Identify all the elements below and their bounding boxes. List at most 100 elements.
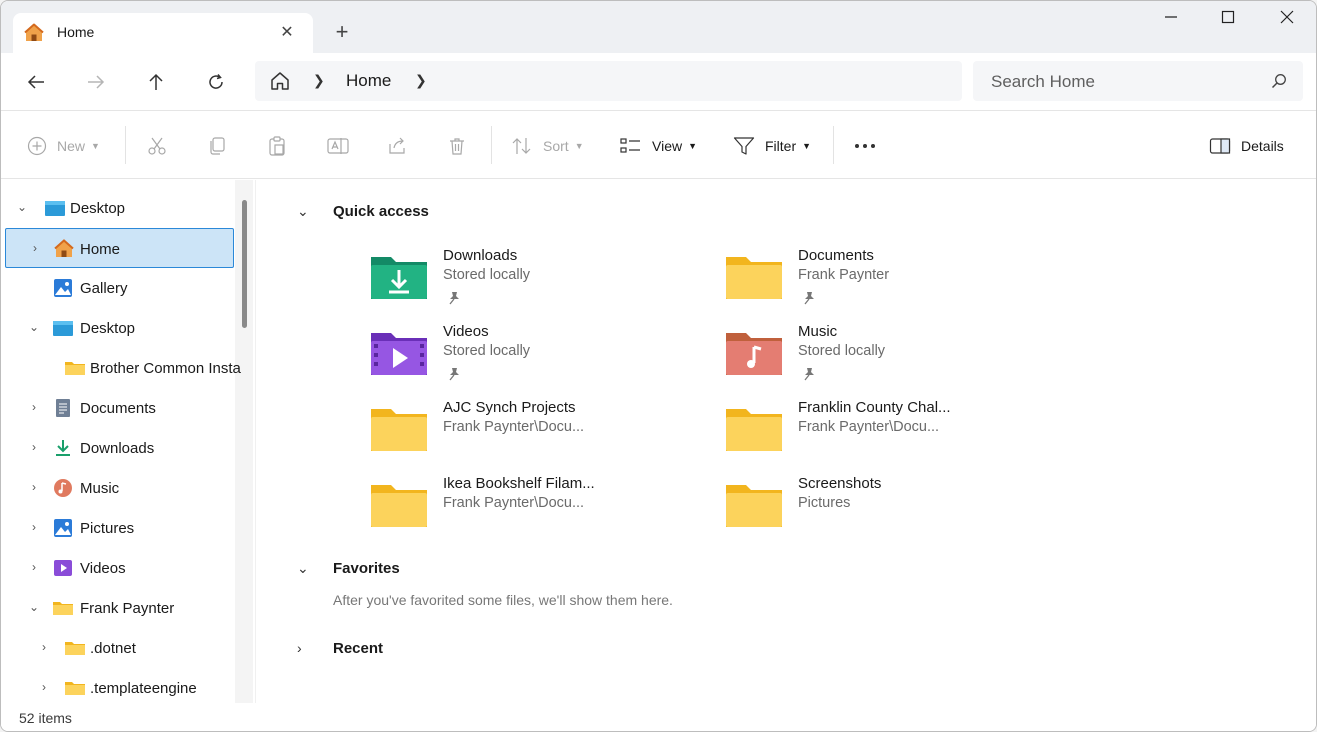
item-name: Downloads	[443, 247, 518, 264]
chevron-right-icon[interactable]: ›	[27, 400, 41, 414]
delete-button[interactable]	[447, 135, 467, 157]
chevron-right-icon[interactable]: ›	[27, 440, 41, 454]
sidebar-item-music[interactable]: › Music	[5, 468, 234, 508]
home-icon	[54, 239, 74, 257]
chevron-right-icon[interactable]: ›	[27, 520, 41, 534]
sidebar-scroll-thumb[interactable]	[242, 200, 247, 328]
quick-access-item-ikea-bookshelf[interactable]: Ikea Bookshelf Filam... Frank Paynter\Do…	[371, 475, 701, 545]
divider	[125, 126, 126, 164]
address-bar[interactable]: ❯ Home ❯	[255, 61, 962, 101]
folder-icon	[726, 485, 782, 527]
sidebar-item-label: Home	[80, 241, 121, 258]
pictures-icon	[54, 519, 72, 537]
sidebar-item-home[interactable]: › Home	[5, 228, 234, 268]
sidebar-item-pictures[interactable]: › Pictures	[5, 508, 234, 548]
folder-icon	[65, 362, 85, 375]
minimize-icon[interactable]	[1151, 9, 1191, 31]
chevron-right-icon[interactable]: ❯	[415, 72, 427, 89]
item-location: Frank Paynter	[798, 267, 890, 283]
quick-access-item-music[interactable]: Music Stored locally	[726, 323, 1056, 393]
view-button[interactable]: View ▼	[620, 135, 697, 157]
sidebar-item-gallery[interactable]: Gallery	[5, 268, 234, 308]
paste-button[interactable]	[267, 135, 287, 157]
chevron-right-icon[interactable]: ›	[27, 560, 41, 574]
home-icon	[24, 23, 44, 41]
videos-folder-icon	[371, 333, 427, 375]
pin-icon[interactable]	[803, 291, 815, 305]
more-options-button[interactable]	[853, 135, 877, 157]
quick-access-item-downloads[interactable]: Downloads Stored locally	[371, 247, 701, 317]
copy-button[interactable]	[207, 135, 227, 157]
chevron-right-icon[interactable]: ›	[28, 241, 42, 255]
new-button[interactable]: New ▼	[27, 135, 100, 157]
pin-icon[interactable]	[448, 291, 460, 305]
chevron-right-icon[interactable]: ›	[27, 480, 41, 494]
sidebar-item-frank-paynter[interactable]: ⌄ Frank Paynter	[5, 588, 234, 628]
quick-access-item-franklin-county[interactable]: Franklin County Chal... Frank Paynter\Do…	[726, 399, 1056, 469]
quick-access-header[interactable]: ⌄ Quick access	[297, 200, 429, 222]
more-icon	[855, 144, 875, 148]
item-location: Stored locally	[443, 343, 531, 359]
quick-access-item-videos[interactable]: Videos Stored locally	[371, 323, 701, 393]
new-tab-button[interactable]: +	[331, 21, 353, 43]
chevron-right-icon[interactable]: ›	[297, 640, 315, 656]
sidebar-item-label: Documents	[80, 400, 156, 417]
sidebar-item-videos[interactable]: › Videos	[5, 548, 234, 588]
chevron-down-icon[interactable]: ⌄	[297, 203, 315, 220]
item-location: Stored locally	[443, 267, 531, 283]
pin-icon[interactable]	[803, 367, 815, 381]
chevron-down-icon[interactable]: ⌄	[297, 560, 315, 577]
sidebar-item-templateengine[interactable]: › .templateengine	[5, 668, 234, 703]
search-input[interactable]: Search Home	[973, 61, 1303, 101]
rename-button[interactable]	[327, 135, 349, 157]
chevron-down-icon[interactable]: ⌄	[27, 600, 41, 614]
details-button[interactable]: Details	[1209, 135, 1284, 157]
sidebar-item-dotnet[interactable]: › .dotnet	[5, 628, 234, 668]
folder-icon	[371, 485, 427, 527]
sidebar-item-label: Desktop	[70, 200, 126, 217]
pin-icon[interactable]	[448, 367, 460, 381]
gallery-icon	[54, 279, 72, 297]
sidebar-item-downloads[interactable]: › Downloads	[5, 428, 234, 468]
forward-icon[interactable]	[83, 69, 109, 95]
file-explorer-window: Home ✕ + ❯ Home ❯ Search Home New ▼ Sort…	[0, 0, 1317, 732]
chevron-right-icon[interactable]: ›	[37, 640, 51, 654]
cut-button[interactable]	[147, 135, 167, 157]
chevron-down-icon[interactable]: ⌄	[27, 320, 41, 334]
up-icon[interactable]	[143, 69, 169, 95]
maximize-icon[interactable]	[1208, 9, 1248, 31]
sort-button[interactable]: Sort ▼	[511, 135, 584, 157]
sidebar-item-brother-common[interactable]: Brother Common Insta	[5, 348, 241, 388]
item-location: Frank Paynter\Docu...	[443, 495, 585, 511]
quick-access-item-screenshots[interactable]: Screenshots Pictures	[726, 475, 1056, 545]
sidebar-item-desktop[interactable]: ⌄ Desktop	[5, 308, 234, 348]
tab-home[interactable]: Home ✕	[13, 13, 313, 53]
refresh-icon[interactable]	[203, 69, 229, 95]
sidebar-item-desktop-root[interactable]: ⌄ Desktop	[5, 188, 234, 228]
filter-button[interactable]: Filter ▼	[733, 135, 811, 157]
quick-access-item-documents[interactable]: Documents Frank Paynter	[726, 247, 1056, 317]
sidebar-item-label: Gallery	[80, 280, 128, 297]
chevron-down-icon[interactable]: ⌄	[15, 200, 29, 214]
new-label: New	[57, 138, 86, 154]
sidebar-item-label: .templateengine	[90, 680, 197, 697]
favorites-header[interactable]: ⌄ Favorites	[297, 557, 400, 579]
home-icon[interactable]	[269, 70, 291, 92]
chevron-right-icon[interactable]: ›	[37, 680, 51, 694]
back-icon[interactable]	[23, 69, 49, 95]
section-title: Recent	[333, 639, 384, 657]
chevron-right-icon[interactable]: ❯	[313, 72, 325, 89]
desktop-icon	[53, 321, 73, 336]
quick-access-item-ajc-synch[interactable]: AJC Synch Projects Frank Paynter\Docu...	[371, 399, 701, 469]
item-name: Videos	[443, 323, 489, 340]
recent-header[interactable]: › Recent	[297, 637, 383, 659]
close-tab-icon[interactable]: ✕	[277, 23, 297, 43]
close-window-icon[interactable]	[1267, 9, 1307, 31]
sidebar-item-documents[interactable]: › Documents	[5, 388, 234, 428]
documents-icon	[56, 399, 70, 417]
share-button[interactable]	[387, 135, 407, 157]
sidebar-item-label: Music	[80, 480, 120, 497]
trash-icon	[450, 138, 464, 155]
breadcrumb-home[interactable]: Home	[346, 71, 391, 91]
view-label: View	[652, 138, 683, 154]
